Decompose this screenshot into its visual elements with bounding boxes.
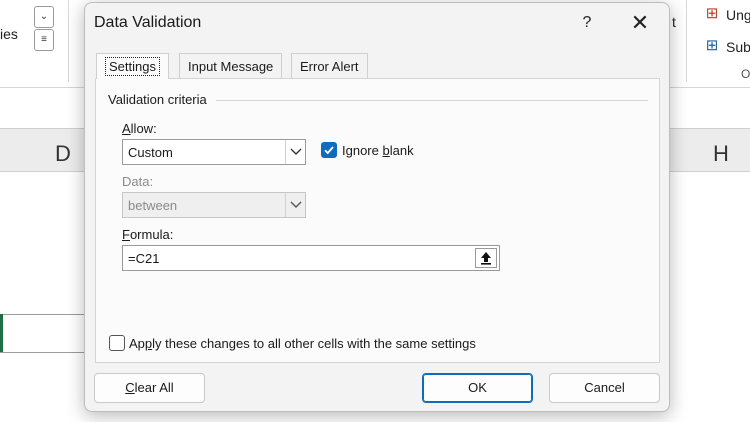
tab-input-message[interactable]: Input Message [179,53,283,78]
row-gridline [0,314,90,315]
dialog-title: Data Validation [94,14,202,31]
group-divider [216,100,648,101]
ignore-blank-label-accel: b [382,143,390,158]
formula-label-accel: F [122,227,130,242]
clear-all-label: lear All [134,380,174,395]
allow-select[interactable]: Custom [122,139,306,165]
help-button[interactable]: ? [575,11,599,35]
ignore-blank-checkbox[interactable] [321,142,337,158]
allow-label: Allow: [122,121,157,136]
row-gridline [0,352,90,353]
collapse-dialog-button[interactable] [475,248,497,268]
selected-cell-border [0,314,3,352]
clear-all-button[interactable]: Clear All [94,373,205,403]
tab-settings[interactable]: Settings [96,53,169,79]
formula-value: =C21 [128,251,160,266]
ribbon-dropdown-more-icon[interactable]: ≡ [34,29,54,51]
data-select: between [122,192,306,218]
ignore-blank-label-rest: lank [389,143,414,158]
subtotal-icon[interactable]: ⊞ [703,38,721,54]
checkmark-icon [324,146,334,155]
ignore-blank-label[interactable]: Ignore blank [342,143,414,158]
ribbon-partial-label: ies [0,26,18,42]
formula-input[interactable]: =C21 [122,245,500,271]
data-select-value: between [128,198,178,213]
ribbon-separator [686,0,687,82]
formula-label: Formula: [122,227,173,242]
clear-all-accel: C [125,380,135,395]
ok-button[interactable]: OK [422,373,533,403]
data-label: Data: [122,174,154,189]
apply-all-label[interactable]: Apply these changes to all other cells w… [129,336,476,351]
validation-criteria-heading: Validation criteria [108,92,213,107]
ribbon-group-label: O [741,67,750,81]
allow-select-value: Custom [128,145,173,160]
column-header-h[interactable]: H [713,141,729,167]
apply-all-label-pre: Ap [129,336,145,351]
ribbon-dropdown-chevron-icon[interactable]: ⌄ [34,6,54,28]
data-validation-dialog: Data Validation ? ✕ Settings Input Messa… [84,2,670,412]
ribbon-ungroup-label[interactable]: Ung [726,7,750,23]
formula-label-text: ormula: [129,227,174,242]
ungroup-icon[interactable]: ⊞ [703,6,721,22]
ribbon-separator [68,0,69,82]
column-header-d[interactable]: D [55,141,71,167]
chevron-down-icon [285,140,305,164]
ribbon-subtotal-label[interactable]: Sub [726,39,750,55]
close-button[interactable]: ✕ [627,11,653,37]
tab-error-alert[interactable]: Error Alert [291,53,368,78]
upload-arrow-icon [481,252,491,265]
ribbon-partial-text: t [672,14,676,30]
tab-settings-label: Settings [105,57,160,76]
allow-label-accel: A [122,121,131,136]
apply-all-checkbox[interactable] [109,335,125,351]
allow-label-text: llow: [130,121,157,136]
ignore-blank-label-pre: Ignore [342,143,383,158]
cancel-button[interactable]: Cancel [549,373,660,403]
apply-all-label-rest: ly these changes to all other cells with… [152,336,476,351]
chevron-down-icon [285,193,305,217]
settings-panel: Validation criteria Allow: Custom Ignore… [95,78,660,363]
